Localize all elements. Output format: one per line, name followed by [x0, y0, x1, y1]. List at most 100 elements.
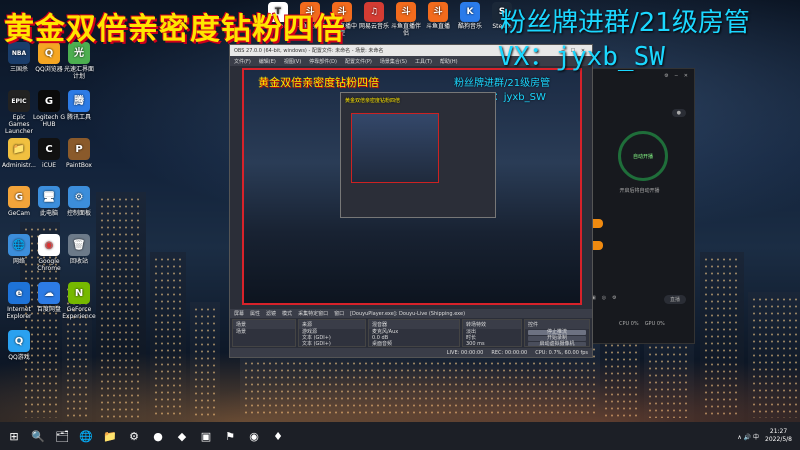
- app-icon: G: [8, 186, 30, 208]
- taskbar-app-icon[interactable]: ●: [148, 426, 168, 446]
- menu-item[interactable]: 文件(F): [234, 58, 251, 65]
- controls-dock-title: 控件: [525, 320, 589, 329]
- desktop-shortcut[interactable]: e Internet Explorer: [2, 282, 36, 320]
- mixer-item[interactable]: 桌面音频: [369, 341, 459, 346]
- top-shortcut[interactable]: K 酷狗音乐: [454, 0, 486, 30]
- taskbar-app-icon[interactable]: 🗂: [52, 426, 72, 446]
- app-icon: ☁: [38, 282, 60, 304]
- app-icon: ♫: [364, 2, 384, 22]
- top-shortcut[interactable]: 斗斗鱼直播: [422, 0, 454, 30]
- taskbar-app-icon[interactable]: ◆: [172, 426, 192, 446]
- taskbar-app-icon[interactable]: ⚙: [124, 426, 144, 446]
- taskbar-items: ⊞ 🔍 🗂 🌐 📁 ⚙ ● ◆ ▣ ⚑ ◉ ♦: [0, 426, 288, 446]
- app-icon: ⚙: [68, 186, 90, 208]
- app-icon: 📁: [8, 138, 30, 160]
- obs-docks: 场景 场景 来源 游戏源文本 (GDI+)文本 (GDI+)摄像显示器采集 混音…: [230, 319, 592, 347]
- desktop-shortcut[interactable]: 🗑 回收站: [62, 234, 96, 265]
- shortcut-label: Logitech G HUB: [32, 114, 66, 128]
- shortcut-label: iCUE: [41, 162, 57, 169]
- toolbar-item[interactable]: 滤镜: [266, 310, 276, 317]
- desktop-shortcut[interactable]: G Logitech G HUB: [32, 90, 66, 128]
- taskbar-app-icon[interactable]: 🌐: [76, 426, 96, 446]
- cpu-stat: CPU 0%: [619, 321, 639, 327]
- desktop-shortcut[interactable]: 📁 Administr...: [2, 138, 36, 169]
- shortcut-label: QQ浏览器: [35, 66, 63, 73]
- menu-item[interactable]: 配置文件(P): [345, 58, 372, 65]
- top-shortcut[interactable]: 斗斗鱼直播伴侣: [390, 0, 422, 37]
- taskbar-app-icon[interactable]: 🔍: [28, 426, 48, 446]
- taskbar: ⊞ 🔍 🗂 🌐 📁 ⚙ ● ◆ ▣ ⚑ ◉ ♦ ∧ 🔊 中 21:27 2022/5/8: [0, 422, 800, 450]
- toolbar-item[interactable]: [DouyuPlayer.exe]: Douyu-Live (Shipping.…: [350, 311, 465, 317]
- shortcut-label: Epic Games Launcher: [5, 114, 33, 135]
- mixer-dock-title: 混音器: [369, 320, 459, 329]
- taskbar-app-icon[interactable]: ▣: [196, 426, 216, 446]
- shortcut-label: Administr...: [2, 162, 36, 169]
- status-item: CPU: 0.7%, 60.00 fps: [535, 349, 588, 356]
- app-icon: K: [460, 2, 480, 22]
- desktop-shortcut[interactable]: 腾腾讯工具: [62, 90, 96, 121]
- desktop-shortcut[interactable]: 🌐 网络: [2, 234, 36, 265]
- sources-item[interactable]: 文本 (GDI+): [299, 341, 365, 346]
- auto-live-hint: 开启后将自动开播: [619, 188, 660, 194]
- taskbar-app-icon[interactable]: ◉: [244, 426, 264, 446]
- top-shortcut[interactable]: ♫ 网易云音乐: [358, 0, 390, 30]
- minimize-icon[interactable]: ─: [675, 73, 678, 79]
- app-icon: P: [68, 138, 90, 160]
- app-icon: C: [38, 138, 60, 160]
- desktop-shortcut[interactable]: 🖥 此电脑: [32, 186, 66, 217]
- shortcut-label: Internet Explorer: [6, 306, 32, 320]
- clock-date: 2022/5/8: [765, 436, 792, 443]
- toolbar-item[interactable]: 属性: [250, 310, 260, 317]
- shortcut-label: 斗鱼直播: [425, 23, 450, 30]
- scenes-dock: 场景 场景: [232, 319, 296, 347]
- desktop-shortcut[interactable]: EPIC Epic Games Launcher: [2, 90, 36, 135]
- settings-icon[interactable]: ⚙: [664, 73, 668, 79]
- taskbar-app-icon[interactable]: ♦: [268, 426, 288, 446]
- close-icon[interactable]: ✕: [684, 73, 688, 79]
- toolbar-item[interactable]: 窗口: [334, 310, 344, 317]
- controls-item[interactable]: 启动虚拟摄像机: [528, 342, 586, 346]
- toolbar-item[interactable]: 模式: [282, 310, 292, 317]
- menu-item[interactable]: 视图(V): [284, 58, 301, 65]
- gpu-stat: GPU 0%: [644, 321, 665, 327]
- preview-title: 黄金双倍亲密度钻粉四倍: [258, 76, 379, 89]
- shortcut-label: 网易云音乐: [358, 23, 389, 30]
- panel-status-pill[interactable]: ●: [671, 109, 686, 117]
- desktop-shortcut[interactable]: Q QQ游戏: [2, 330, 36, 361]
- live-assistant-panel: ⚙ ─ ✕ ● 自动开播 开启后将自动开播 ▣ ◎ ⚙ 直播 CPU 0% GP…: [582, 68, 695, 344]
- scenes-dock-title: 场景: [233, 320, 295, 329]
- auto-live-ring[interactable]: 自动开播: [618, 131, 668, 181]
- menu-item[interactable]: 编辑(E): [259, 58, 276, 65]
- ring-label: 自动开播: [632, 153, 653, 160]
- shortcut-label: 酷狗音乐: [457, 23, 482, 30]
- overlay-title: 黄金双倍亲密度钻粉四倍: [4, 12, 345, 47]
- taskbar-app-icon[interactable]: 📁: [100, 426, 120, 446]
- obs-preview[interactable]: 黄金双倍亲密度钻粉四倍 粉丝牌进群/21级房管 VX：jyxb_SW 黄金双倍亲…: [242, 68, 582, 305]
- desktop-shortcut[interactable]: P PaintBox: [62, 138, 96, 169]
- transitions-item[interactable]: 300 ms: [463, 341, 521, 346]
- panel-action-button[interactable]: 直播: [663, 295, 686, 304]
- menu-item[interactable]: 工具(T): [415, 58, 432, 65]
- gear-icon[interactable]: ⚙: [612, 295, 616, 301]
- desktop-shortcut[interactable]: N GeForce Experience: [62, 282, 96, 320]
- desktop-shortcut[interactable]: ⚙ 控制面板: [62, 186, 96, 217]
- desktop-shortcut[interactable]: ◉ Google Chrome: [32, 234, 66, 272]
- toolbar-item[interactable]: 屏幕: [234, 310, 244, 317]
- tray-icons[interactable]: ∧ 🔊 中: [737, 432, 759, 441]
- clock[interactable]: 21:27 2022/5/8: [765, 428, 792, 444]
- menu-item[interactable]: 停靠部件(D): [309, 58, 337, 65]
- menu-item[interactable]: 场景集合(S): [380, 58, 407, 65]
- desktop-shortcut[interactable]: G GeCam: [2, 186, 36, 217]
- desktop-shortcut[interactable]: CiCUE: [32, 138, 66, 169]
- scene-item[interactable]: 场景: [233, 329, 295, 335]
- taskbar-app-icon[interactable]: ⚑: [220, 426, 240, 446]
- mixer-dock: 混音器 麦克风/Aux0.0 dB桌面音频0.0 dB: [368, 319, 460, 347]
- desktop-shortcut[interactable]: ☁ 百度网盘: [32, 282, 66, 313]
- obs-window[interactable]: OBS 27.0.0 (64-bit, windows) - 配置文件: 未命名…: [229, 44, 593, 358]
- toolbar-item[interactable]: 采集特定窗口: [298, 310, 328, 317]
- menu-item[interactable]: 帮助(H): [440, 58, 458, 65]
- shortcut-label: 网络: [12, 258, 25, 265]
- record-icon[interactable]: ◎: [602, 295, 606, 301]
- taskbar-app-icon[interactable]: ⊞: [4, 426, 24, 446]
- app-icon: Q: [8, 330, 30, 352]
